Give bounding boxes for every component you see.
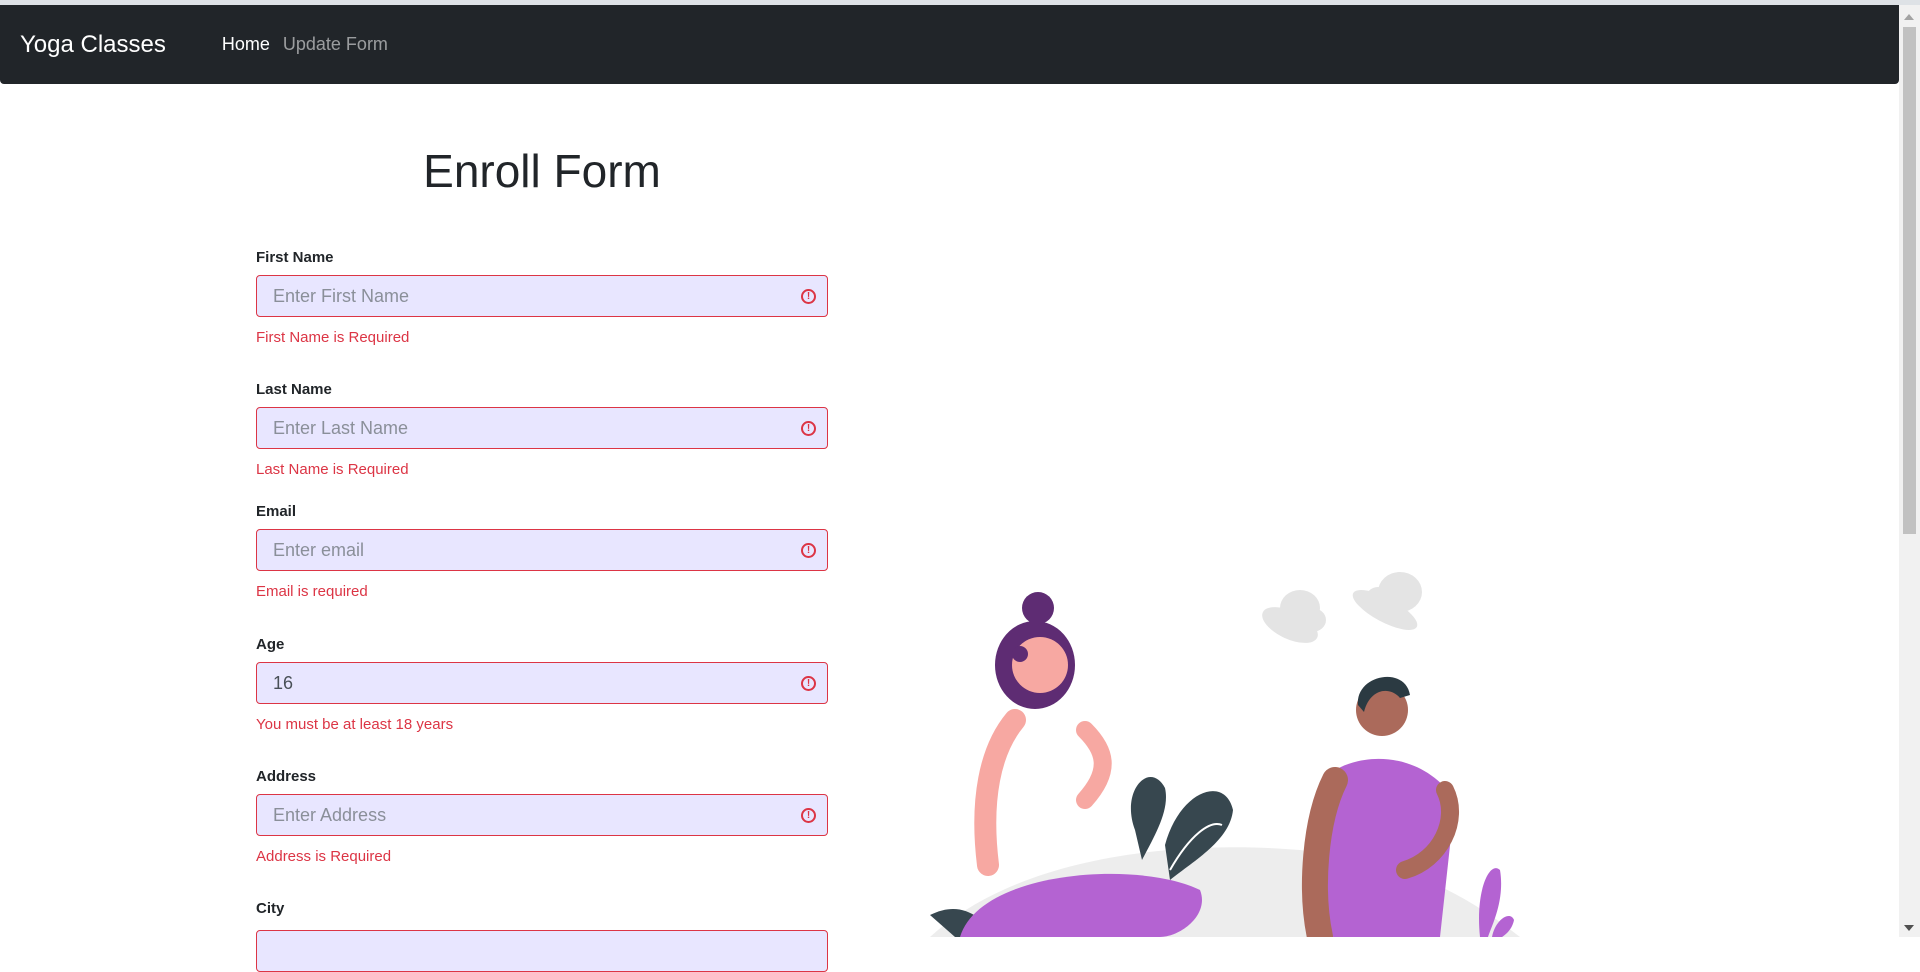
address-field: Address ! Address is Required — [256, 768, 828, 865]
email-field: Email ! Email is required — [256, 503, 828, 600]
address-input[interactable] — [257, 795, 773, 835]
age-input[interactable] — [257, 663, 773, 703]
exclamation-circle-icon: ! — [801, 543, 816, 558]
cloud-icon — [1352, 572, 1422, 630]
email-label: Email — [256, 503, 297, 520]
plant-icon — [1479, 868, 1514, 937]
navbar-brand[interactable]: Yoga Classes — [20, 31, 166, 59]
yoga-man-figure — [1302, 676, 1459, 937]
scroll-down-arrow-icon[interactable] — [1904, 925, 1914, 931]
address-label: Address — [256, 768, 317, 785]
navbar: Yoga Classes Home Update Form — [0, 5, 1899, 84]
age-error: You must be at least 18 years — [256, 716, 454, 733]
cloud-icon — [1262, 590, 1326, 643]
age-input-box: ! — [256, 662, 828, 704]
first-name-input-box: ! — [256, 275, 828, 317]
email-input-box: ! — [256, 529, 828, 571]
yoga-woman-figure — [960, 592, 1202, 937]
exclamation-circle-icon: ! — [801, 808, 816, 823]
vertical-scrollbar[interactable] — [1899, 5, 1920, 937]
first-name-error: First Name is Required — [256, 329, 410, 346]
yoga-illustration — [930, 572, 1520, 937]
last-name-label: Last Name — [256, 381, 332, 398]
age-label: Age — [256, 636, 285, 653]
last-name-input-box: ! — [256, 407, 828, 449]
exclamation-circle-icon: ! — [801, 289, 816, 304]
city-field: City — [256, 900, 828, 972]
scrollbar-thumb[interactable] — [1903, 27, 1916, 534]
last-name-error: Last Name is Required — [256, 461, 409, 478]
city-label: City — [256, 900, 285, 917]
email-error: Email is required — [256, 583, 368, 600]
email-input[interactable] — [257, 530, 773, 570]
address-input-box: ! — [256, 794, 828, 836]
first-name-field: First Name ! First Name is Required — [256, 249, 828, 346]
age-field: Age ! You must be at least 18 years — [256, 636, 828, 733]
exclamation-circle-icon: ! — [801, 676, 816, 691]
form-title: Enroll Form — [423, 145, 661, 197]
exclamation-circle-icon: ! — [801, 421, 816, 436]
nav-link-home[interactable]: Home — [222, 34, 270, 55]
first-name-label: First Name — [256, 249, 334, 266]
scroll-up-arrow-icon[interactable] — [1904, 14, 1914, 20]
last-name-input[interactable] — [257, 408, 773, 448]
city-input[interactable] — [257, 931, 773, 971]
nav-link-update-form[interactable]: Update Form — [283, 34, 388, 55]
last-name-field: Last Name ! Last Name is Required — [256, 381, 828, 478]
city-input-box — [256, 930, 828, 972]
first-name-input[interactable] — [257, 276, 773, 316]
address-error: Address is Required — [256, 848, 392, 865]
